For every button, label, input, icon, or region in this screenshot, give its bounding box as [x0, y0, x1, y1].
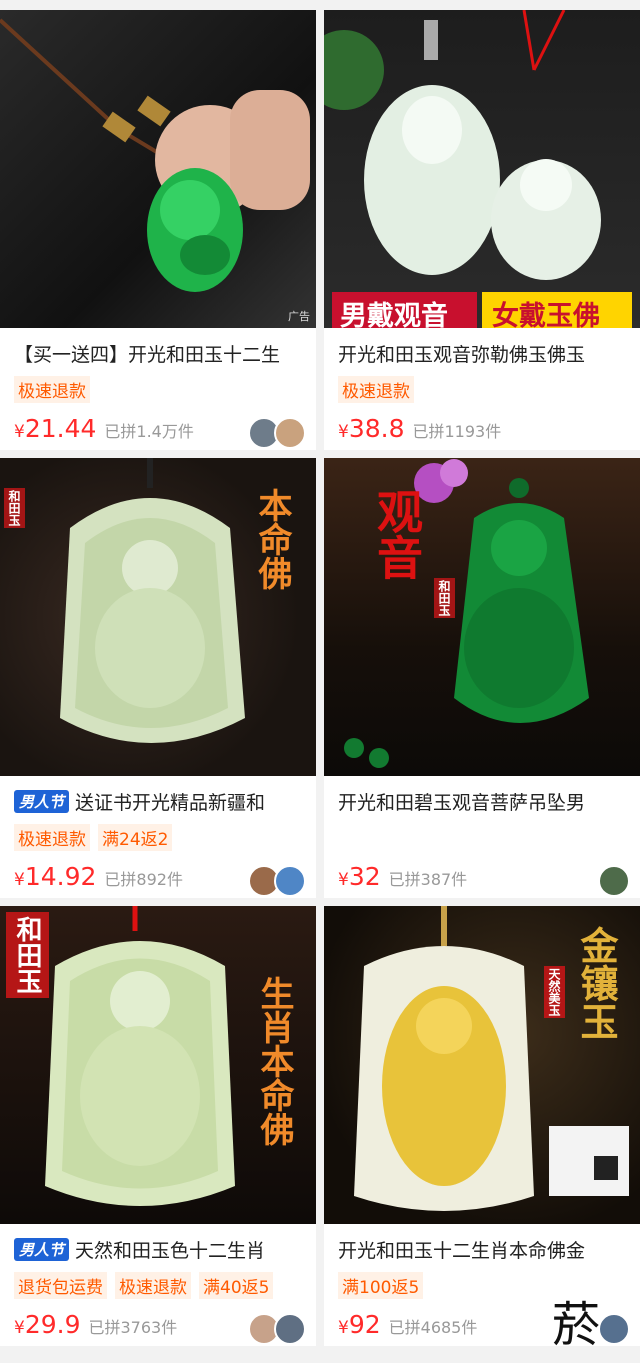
- price-row: ¥ 92 已拼4685件: [338, 1310, 477, 1339]
- tag-row: 极速退款: [14, 376, 90, 403]
- avatar: [274, 865, 306, 897]
- currency-symbol: ¥: [338, 422, 349, 442]
- tag-row: 极速退款 满24返2: [14, 824, 173, 851]
- sold-count: 已拼4685件: [388, 1318, 478, 1337]
- tag: 极速退款: [14, 824, 90, 851]
- product-grid: 广告 【买一送四】开光和田玉十二生 极速退款 ¥ 21.44 已拼1.4万件 男…: [0, 10, 640, 1346]
- sold-count: 已拼3763件: [88, 1318, 178, 1337]
- buyer-avatars: [598, 865, 630, 897]
- product-image[interactable]: 广告: [0, 10, 316, 328]
- product-card[interactable]: 本命佛 和田玉 男人节 送证书开光精品新疆和 极速退款 满24返2 ¥ 14.9…: [0, 458, 316, 898]
- image-caption-right: 女戴玉佛: [492, 301, 600, 328]
- avatar: [274, 417, 306, 449]
- price-row: ¥ 29.9 已拼3763件: [14, 1310, 177, 1339]
- product-card[interactable]: 金镶玉 天然美玉 开光和田玉十二生肖本命佛金 满100返5 ¥ 92 已拼468…: [324, 906, 640, 1346]
- product-title[interactable]: 开光和田玉观音弥勒佛玉佛玉: [338, 340, 632, 367]
- product-title[interactable]: 男人节 天然和田玉色十二生肖: [14, 1236, 308, 1263]
- image-caption: 金镶玉: [574, 926, 619, 1040]
- price: 38.8: [348, 414, 405, 443]
- sold-count: 已拼387件: [388, 870, 468, 889]
- tag: 极速退款: [338, 376, 414, 403]
- festival-badge: 男人节: [14, 790, 70, 813]
- buyer-avatars: [248, 417, 306, 449]
- tag: 满100返5: [338, 1272, 424, 1299]
- ad-label: 广告: [288, 310, 310, 323]
- price-row: ¥ 21.44 已拼1.4万件: [14, 414, 194, 443]
- product-image[interactable]: 观音 和田玉: [324, 458, 640, 776]
- price-row: ¥ 14.92 已拼892件: [14, 862, 183, 891]
- avatar: [274, 1313, 306, 1345]
- product-title[interactable]: 【买一送四】开光和田玉十二生: [14, 340, 308, 367]
- currency-symbol: ¥: [338, 870, 349, 890]
- product-card[interactable]: 广告 【买一送四】开光和田玉十二生 极速退款 ¥ 21.44 已拼1.4万件: [0, 10, 316, 450]
- price: 14.92: [24, 862, 97, 891]
- sold-count: 已拼892件: [104, 870, 183, 889]
- image-badge: 和田玉: [434, 578, 455, 618]
- product-card[interactable]: 观音 和田玉 开光和田碧玉观音菩萨吊坠男 ¥ 32 已拼387件: [324, 458, 640, 898]
- product-image[interactable]: 男戴观音 女戴玉佛: [324, 10, 640, 328]
- tag-row: 退货包运费 极速退款 满40返5: [14, 1272, 274, 1299]
- sold-count: 已拼1.4万件: [104, 422, 194, 441]
- price-row: ¥ 38.8 已拼1193件: [338, 414, 501, 443]
- price-row: ¥ 32 已拼387件: [338, 862, 467, 891]
- product-image[interactable]: 本命佛 和田玉: [0, 458, 316, 776]
- festival-badge: 男人节: [14, 1238, 70, 1261]
- price: 29.9: [24, 1310, 81, 1339]
- product-title[interactable]: 开光和田玉十二生肖本命佛金: [338, 1236, 632, 1263]
- price: 92: [348, 1310, 381, 1339]
- tag: 极速退款: [14, 376, 90, 403]
- tag-row: 满100返5: [338, 1272, 424, 1299]
- tag: 满40返5: [199, 1272, 274, 1299]
- price: 32: [348, 862, 381, 891]
- image-caption-left: 男戴观音: [340, 301, 448, 328]
- watermark: 菸: [551, 1297, 600, 1353]
- buyer-avatars: [248, 1313, 306, 1345]
- currency-symbol: ¥: [338, 1318, 349, 1338]
- buyer-avatars: [598, 1313, 630, 1345]
- product-image[interactable]: 和田玉 生肖本命佛: [0, 906, 316, 1224]
- price: 21.44: [24, 414, 97, 443]
- image-caption: 观音: [370, 488, 424, 580]
- currency-symbol: ¥: [14, 870, 25, 890]
- tag: 极速退款: [115, 1272, 191, 1299]
- product-title[interactable]: 男人节 送证书开光精品新疆和: [14, 788, 308, 815]
- image-badge: 和田玉: [6, 912, 49, 998]
- product-title[interactable]: 开光和田碧玉观音菩萨吊坠男: [338, 788, 632, 815]
- tag: 满24返2: [98, 824, 173, 851]
- tag: 退货包运费: [14, 1272, 107, 1299]
- avatar: [598, 1313, 630, 1345]
- tag-row: 极速退款: [338, 376, 414, 403]
- image-badge: 天然美玉: [544, 966, 565, 1018]
- product-image[interactable]: 金镶玉 天然美玉: [324, 906, 640, 1224]
- avatar: [598, 865, 630, 897]
- image-badge: 和田玉: [4, 488, 25, 528]
- sold-count: 已拼1193件: [412, 422, 502, 441]
- product-card[interactable]: 男戴观音 女戴玉佛 开光和田玉观音弥勒佛玉佛玉 极速退款 ¥ 38.8 已拼11…: [324, 10, 640, 450]
- buyer-avatars: [248, 865, 306, 897]
- image-caption: 本命佛: [252, 488, 292, 590]
- currency-symbol: ¥: [14, 1318, 25, 1338]
- currency-symbol: ¥: [14, 422, 25, 442]
- image-caption: 生肖本命佛: [254, 976, 294, 1146]
- product-card[interactable]: 和田玉 生肖本命佛 男人节 天然和田玉色十二生肖 退货包运费 极速退款 满40返…: [0, 906, 316, 1346]
